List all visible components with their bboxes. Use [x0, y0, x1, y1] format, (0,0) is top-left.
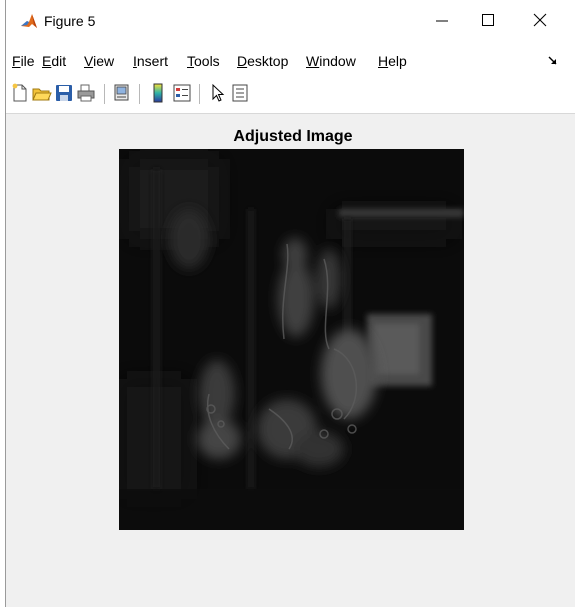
- close-icon: [533, 13, 547, 27]
- link-plot-button[interactable]: [112, 82, 132, 104]
- toolbar-separator: [199, 84, 200, 104]
- edit-plot-icon: [212, 83, 225, 102]
- property-inspector-button[interactable]: [230, 82, 250, 104]
- adjusted-image[interactable]: [119, 149, 464, 530]
- menu-insert[interactable]: Insert: [133, 53, 168, 69]
- figure-toolbar: [6, 76, 575, 114]
- save-button[interactable]: [54, 82, 74, 104]
- colorbar-icon: [153, 83, 163, 103]
- menu-view[interactable]: View: [84, 53, 114, 69]
- menu-desktop[interactable]: Desktop: [237, 53, 288, 69]
- menu-bar: File Edit View Insert Tools Desktop Wind…: [6, 44, 575, 76]
- legend-icon: [173, 84, 191, 102]
- matlab-logo-icon: [20, 12, 38, 30]
- grayscale-image: [119, 149, 464, 530]
- axes-title: Adjusted Image: [233, 128, 353, 145]
- maximize-button[interactable]: [465, 0, 511, 40]
- link-plot-icon: [114, 84, 129, 101]
- edit-plot-button[interactable]: [208, 82, 228, 104]
- toolbar-separator: [139, 84, 140, 104]
- figure-window: Figure 5 File Edit View Insert Tools Des…: [5, 0, 575, 607]
- legend-button[interactable]: [172, 82, 192, 104]
- minimize-icon: [436, 20, 448, 22]
- colorbar-button[interactable]: [148, 82, 168, 104]
- menu-edit[interactable]: Edit: [42, 53, 66, 69]
- menu-file[interactable]: File: [12, 53, 35, 69]
- new-figure-icon: [12, 83, 27, 102]
- new-figure-button[interactable]: [10, 82, 30, 104]
- title-bar[interactable]: Figure 5: [6, 0, 575, 44]
- toolbar-separator: [104, 84, 105, 104]
- dock-arrow-icon[interactable]: [548, 56, 558, 66]
- print-button[interactable]: [76, 82, 96, 104]
- window-title: Figure 5: [44, 13, 96, 29]
- maximize-icon: [482, 14, 494, 26]
- menu-tools[interactable]: Tools: [187, 53, 220, 69]
- minimize-button[interactable]: [419, 0, 465, 40]
- print-icon: [77, 84, 95, 102]
- menu-window[interactable]: Window: [306, 53, 356, 69]
- open-file-icon: [32, 88, 52, 101]
- menu-help[interactable]: Help: [378, 53, 407, 69]
- close-button[interactable]: [517, 0, 563, 40]
- property-inspector-icon: [232, 84, 248, 102]
- open-file-button[interactable]: [32, 82, 52, 104]
- save-icon: [56, 85, 72, 101]
